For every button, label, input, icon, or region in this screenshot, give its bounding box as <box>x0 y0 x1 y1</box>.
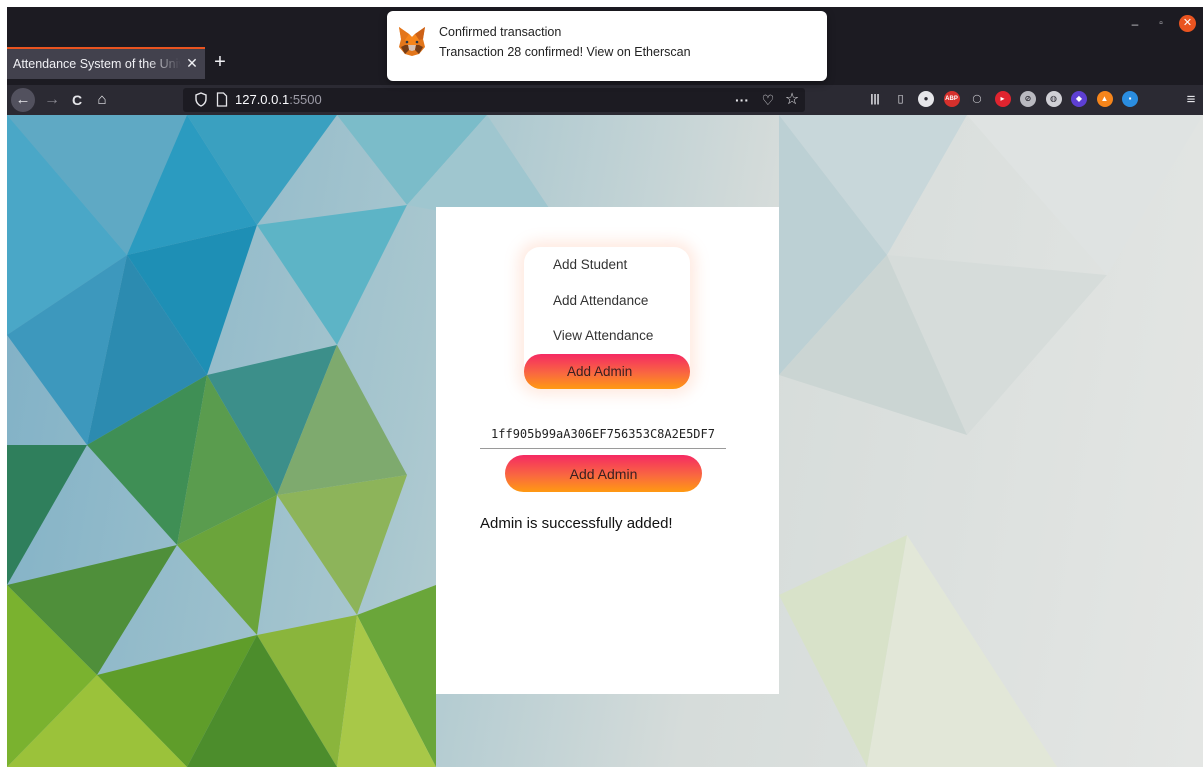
forward-button[interactable]: → <box>40 88 64 112</box>
browser-window: – ▫ ✕ Attendance System of the Universit… <box>7 7 1203 767</box>
tab-attendance-system[interactable]: Attendance System of the University ✕ <box>7 47 205 79</box>
menu-item-add-student[interactable]: Add Student <box>524 248 690 282</box>
page-content: Add Student Add Attendance View Attendan… <box>7 115 1203 767</box>
close-window-button[interactable]: ✕ <box>1179 15 1196 32</box>
new-tab-button[interactable]: + <box>209 51 231 73</box>
home-button[interactable]: ⌂ <box>90 88 114 112</box>
back-button[interactable]: ← <box>11 88 35 112</box>
tracking-shield-icon[interactable] <box>195 92 207 107</box>
extension-red-icon[interactable]: ▸ <box>994 91 1011 107</box>
menu-item-view-attendance[interactable]: View Attendance <box>524 319 690 353</box>
action-menu: Add Student Add Attendance View Attendan… <box>524 247 690 389</box>
minimize-button[interactable]: – <box>1127 16 1143 32</box>
adblock-icon[interactable]: ABP <box>943 91 960 107</box>
notification-body[interactable]: Transaction 28 confirmed! View on Ethers… <box>439 45 691 59</box>
transaction-notification[interactable]: Confirmed transaction Transaction 28 con… <box>387 11 827 81</box>
reload-button[interactable]: C <box>65 88 89 112</box>
metamask-fox-icon <box>399 27 425 56</box>
extension-blue-icon[interactable]: ▪ <box>1122 91 1138 107</box>
notification-title: Confirmed transaction <box>439 25 562 39</box>
add-admin-button[interactable]: Add Admin <box>505 455 702 492</box>
metamask-icon[interactable]: ▲ <box>1096 91 1113 107</box>
library-icon[interactable]: ||| <box>867 91 883 107</box>
tab-title: Attendance System of the University <box>13 57 181 71</box>
page-actions-more-icon[interactable]: ··· <box>733 90 751 110</box>
url-bar[interactable]: 127.0.0.1:5500 ··· ♡ ☆ <box>183 88 805 112</box>
account-icon[interactable]: ● <box>918 91 934 107</box>
admin-address-input[interactable] <box>480 419 726 449</box>
extension-swirl-icon[interactable]: ⊘ <box>1020 91 1036 107</box>
extension-purple-icon[interactable]: ◆ <box>1071 91 1087 107</box>
maximize-button[interactable]: ▫ <box>1153 16 1169 32</box>
status-message: Admin is successfully added! <box>480 515 673 532</box>
navigation-toolbar: ← → C ⌂ 127.0.0.1:5500 ··· ♡ ☆ ||| ▯ ● ABP ◯… <box>7 85 1203 115</box>
extension-globe-icon[interactable]: ◍ <box>1045 91 1062 107</box>
admin-panel-card: Add Student Add Attendance View Attendan… <box>436 207 779 694</box>
page-info-icon[interactable] <box>216 92 228 107</box>
hamburger-menu-icon[interactable]: ≡ <box>1182 88 1200 112</box>
url-text[interactable]: 127.0.0.1:5500 <box>235 91 322 109</box>
extension-ring-icon[interactable]: ◯ <box>969 91 985 107</box>
sidebar-icon[interactable]: ▯ <box>892 91 909 107</box>
bookmark-star-icon[interactable]: ☆ <box>783 90 801 110</box>
tab-close-icon[interactable]: ✕ <box>185 54 199 72</box>
pocket-icon[interactable]: ♡ <box>759 90 777 110</box>
menu-item-add-attendance[interactable]: Add Attendance <box>524 284 690 318</box>
menu-item-add-admin[interactable]: Add Admin <box>524 354 690 389</box>
